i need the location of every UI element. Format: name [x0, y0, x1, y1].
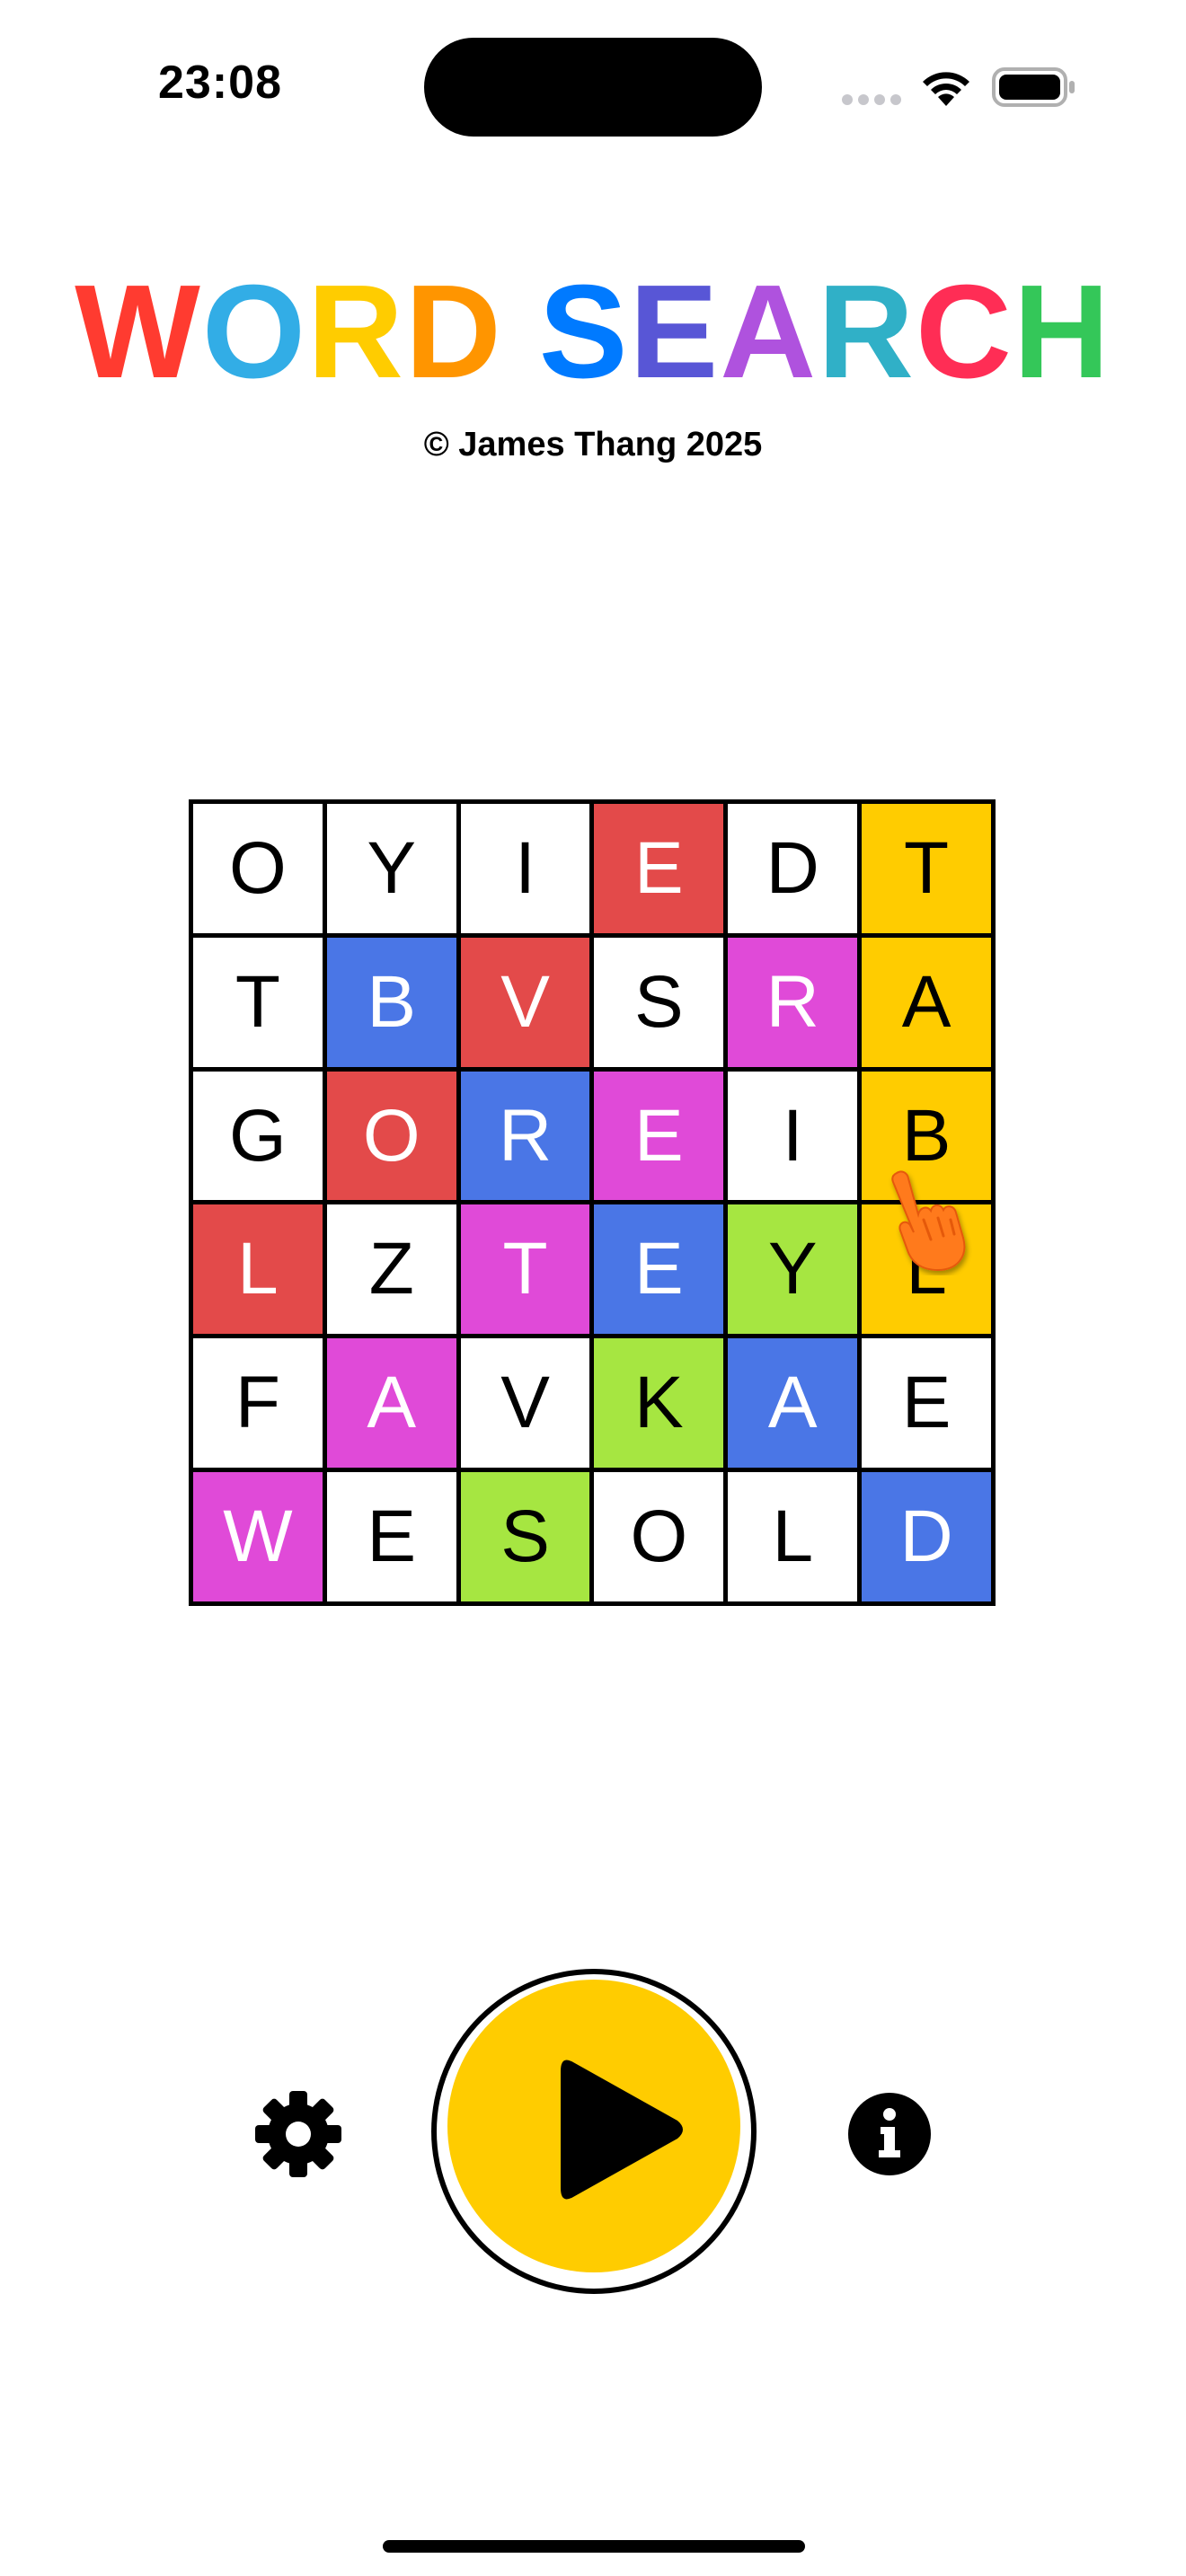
grid-cell[interactable]: B [326, 937, 456, 1067]
battery-icon [992, 67, 1075, 107]
grid-cell[interactable]: F [193, 1338, 323, 1469]
grid-cell[interactable]: Z [326, 1204, 456, 1335]
grid-cell[interactable]: A [728, 1338, 858, 1469]
home-indicator [383, 2540, 805, 2553]
grid-cell[interactable]: T [193, 937, 323, 1067]
grid-cell[interactable]: Y [728, 1204, 858, 1335]
grid-cell[interactable]: L [193, 1204, 323, 1335]
grid-cell[interactable]: D [728, 804, 858, 933]
title-letter: A [720, 258, 819, 406]
grid-cell[interactable]: A [862, 937, 991, 1067]
settings-gear-icon[interactable] [253, 2089, 343, 2179]
title-letter: S [538, 258, 630, 406]
grid-cell[interactable]: T [460, 1204, 590, 1335]
title-letter: C [916, 258, 1013, 406]
play-button-ring [437, 1974, 751, 2289]
dynamic-island [424, 38, 762, 137]
title-letter: W [75, 258, 202, 406]
grid-cell[interactable]: O [193, 804, 323, 933]
word-search-grid[interactable]: OYIEDTTBVSRAGOREIBLZTEYLFAVKAEWESOLD [189, 799, 996, 1606]
wifi-icon [923, 72, 969, 106]
title-letter: H [1013, 258, 1111, 406]
play-button-face [447, 1980, 740, 2272]
grid-cell[interactable]: E [594, 804, 724, 933]
grid-cell[interactable]: W [193, 1472, 323, 1601]
grid-cell[interactable]: O [326, 1071, 456, 1201]
grid-cell[interactable]: I [460, 804, 590, 933]
grid-cell[interactable]: K [594, 1338, 724, 1469]
cellular-signal-icon [842, 94, 901, 105]
title-letter: R [307, 258, 405, 406]
grid-cell[interactable]: G [193, 1071, 323, 1201]
app-title: WORD SEARCH [0, 260, 1186, 404]
status-time: 23:08 [158, 57, 282, 109]
title-letter: E [629, 258, 721, 406]
grid-cell[interactable]: R [460, 1071, 590, 1201]
grid-cell[interactable]: S [460, 1472, 590, 1601]
play-button[interactable] [431, 1969, 757, 2294]
grid-cell[interactable]: I [728, 1071, 858, 1201]
grid-cell[interactable]: E [594, 1204, 724, 1335]
grid-cell[interactable]: S [594, 937, 724, 1067]
grid-cell[interactable]: E [862, 1338, 991, 1469]
grid-cell[interactable]: V [460, 937, 590, 1067]
grid-cell[interactable]: R [728, 937, 858, 1067]
grid-cell[interactable]: Y [326, 804, 456, 933]
grid-cell[interactable]: V [460, 1338, 590, 1469]
title-letter: O [201, 258, 308, 406]
title-letter: R [818, 258, 916, 406]
title-letter: D [404, 258, 503, 406]
grid-cell[interactable]: E [594, 1071, 724, 1201]
grid-cell[interactable]: T [862, 804, 991, 933]
grid-cell[interactable]: E [326, 1472, 456, 1601]
grid-cell[interactable]: L [728, 1472, 858, 1601]
info-icon[interactable] [848, 2093, 931, 2175]
grid-cell[interactable]: A [326, 1338, 456, 1469]
play-icon [561, 2060, 683, 2200]
hand-pointer-icon [891, 1170, 966, 1272]
grid-cell[interactable]: D [862, 1472, 991, 1601]
copyright-text: © James Thang 2025 [423, 426, 763, 463]
grid-cell[interactable]: O [594, 1472, 724, 1601]
